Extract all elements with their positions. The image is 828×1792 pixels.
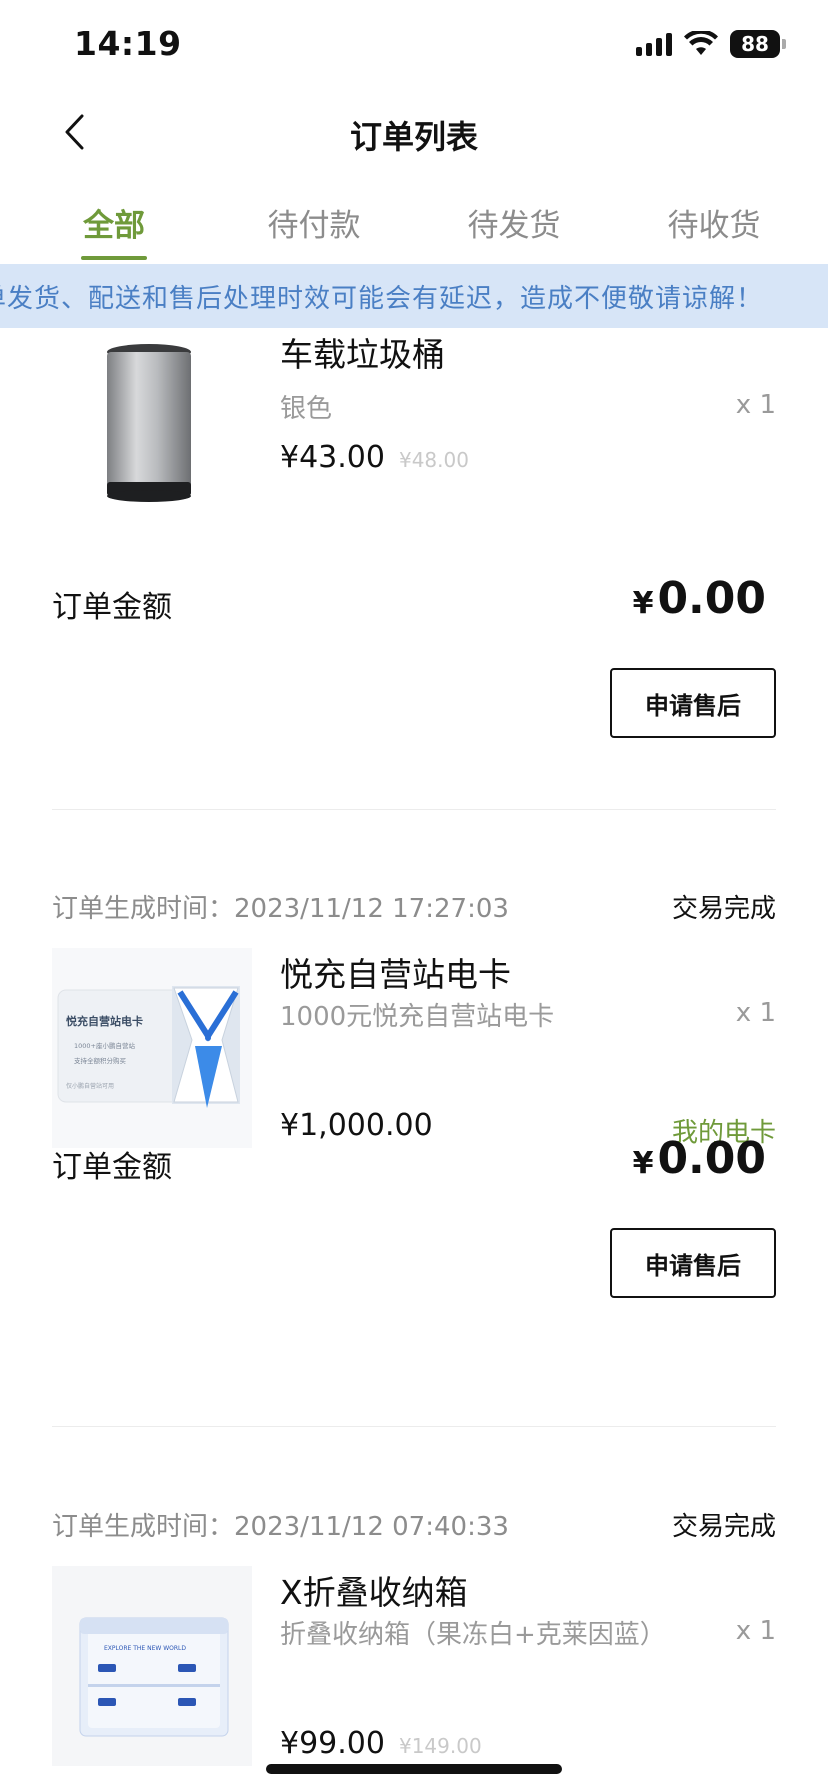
order-list[interactable]: 车载垃圾桶 银色 x 1 ¥43.00 ¥48.00 订单金额 ¥0.00 申请售… xyxy=(0,328,828,1792)
tab-pending-shipment[interactable]: 待发货 xyxy=(439,190,589,266)
product-quantity: x 1 xyxy=(735,1616,776,1646)
card-line-2: 支持全额积分购买 xyxy=(74,1056,127,1065)
status-bar: 14:19 88 xyxy=(0,0,828,92)
nav-bar: 订单列表 xyxy=(0,92,828,176)
price-original: ¥149.00 xyxy=(398,1734,482,1758)
currency-symbol: ¥ xyxy=(632,586,654,621)
notice-text: 单发货、配送和售后处理时效可能会有延迟，造成不便敬请谅解！ xyxy=(0,284,764,314)
card-line-1: 1000+座小鹏自营站 xyxy=(74,1041,135,1050)
order-total-value: 0.00 xyxy=(657,1133,766,1184)
after-sale-button[interactable]: 申请售后 xyxy=(610,668,776,738)
order-total-label: 订单金额 xyxy=(52,590,172,625)
product-image: EXPLORE THE NEW WORLD xyxy=(52,1566,252,1766)
order-header: 订单生成时间：2023/11/12 07:40:33 交易完成 xyxy=(52,1506,776,1546)
order-divider xyxy=(52,1426,776,1427)
product-quantity: x 1 xyxy=(735,998,776,1028)
status-icons: 88 xyxy=(636,30,786,58)
price-current: ¥1,000.00 xyxy=(280,1108,433,1143)
product-image xyxy=(52,328,252,516)
order-time-label: 订单生成时间： xyxy=(52,1512,235,1542)
tab-pending-receipt[interactable]: 待收货 xyxy=(639,190,789,266)
product-name: 悦充自营站电卡 xyxy=(280,955,511,994)
box-print: EXPLORE THE NEW WORLD xyxy=(104,1645,186,1652)
product-price: ¥99.00 ¥149.00 xyxy=(280,1726,482,1761)
after-sale-button[interactable]: 申请售后 xyxy=(610,1228,776,1298)
product-quantity: x 1 xyxy=(735,390,776,420)
page-title: 订单列表 xyxy=(349,118,478,156)
order-status: 交易完成 xyxy=(671,894,776,924)
price-original: ¥48.00 xyxy=(398,448,469,472)
order-time: 2023/11/12 17:27:03 xyxy=(234,894,509,924)
currency-symbol: ¥ xyxy=(632,1146,654,1181)
wifi-icon xyxy=(684,31,718,55)
price-current: ¥43.00 xyxy=(280,440,385,475)
price-current: ¥99.00 xyxy=(280,1726,385,1761)
order-total-value: 0.00 xyxy=(657,573,766,624)
product-item[interactable]: 车载垃圾桶 银色 x 1 ¥43.00 ¥48.00 xyxy=(52,328,776,528)
product-name: X折叠收纳箱 xyxy=(280,1573,468,1612)
order-tabs: 全部 待付款 待发货 待收货 xyxy=(0,190,828,266)
order-card: 订单生成时间：2023/11/12 07:40:33 交易完成 EXPLORE … xyxy=(52,1506,776,1792)
card-title: 悦充自营站电卡 xyxy=(66,1014,143,1028)
battery-level: 88 xyxy=(730,30,780,58)
product-price: ¥43.00 ¥48.00 xyxy=(280,440,469,475)
order-status: 交易完成 xyxy=(671,1512,776,1542)
signal-icon xyxy=(636,32,672,56)
product-price: ¥1,000.00 xyxy=(280,1108,433,1143)
product-spec: 折叠收纳箱（果冻白+克莱因蓝） xyxy=(280,1620,666,1650)
card-footer: 仅小鹏自营站可用 xyxy=(66,1082,114,1090)
product-spec: 银色 xyxy=(280,394,333,424)
product-image: 悦充自营站电卡 1000+座小鹏自营站 支持全额积分购买 仅小鹏自营站可用 xyxy=(52,948,252,1148)
order-card: 车载垃圾桶 银色 x 1 ¥43.00 ¥48.00 订单金额 ¥0.00 申请售… xyxy=(52,328,776,808)
order-divider xyxy=(52,809,776,810)
tab-all[interactable]: 全部 xyxy=(39,190,189,266)
order-time-label: 订单生成时间： xyxy=(52,894,235,924)
tab-pending-payment[interactable]: 待付款 xyxy=(239,190,389,266)
status-time: 14:19 xyxy=(74,24,182,63)
product-name: 车载垃圾桶 xyxy=(280,335,445,374)
battery-icon: 88 xyxy=(730,30,786,58)
notice-banner: 单发货、配送和售后处理时效可能会有延迟，造成不便敬请谅解！ xyxy=(0,264,828,328)
home-indicator[interactable] xyxy=(266,1764,562,1774)
order-card: 订单生成时间：2023/11/12 17:27:03 交易完成 悦充自营站电卡 … xyxy=(52,888,776,1368)
order-total-amount: ¥0.00 xyxy=(633,1133,766,1184)
product-spec: 1000元悦充自营站电卡 xyxy=(280,1002,555,1032)
product-item[interactable]: EXPLORE THE NEW WORLD X折叠收纳箱 折叠收纳箱（果冻白+克… xyxy=(52,1566,776,1766)
order-header: 订单生成时间：2023/11/12 17:27:03 交易完成 xyxy=(52,888,776,928)
product-item[interactable]: 悦充自营站电卡 1000+座小鹏自营站 支持全额积分购买 仅小鹏自营站可用 悦充… xyxy=(52,948,776,1148)
order-time: 2023/11/12 07:40:33 xyxy=(234,1512,509,1542)
order-total-label: 订单金额 xyxy=(52,1150,172,1185)
order-total-amount: ¥0.00 xyxy=(633,573,766,624)
